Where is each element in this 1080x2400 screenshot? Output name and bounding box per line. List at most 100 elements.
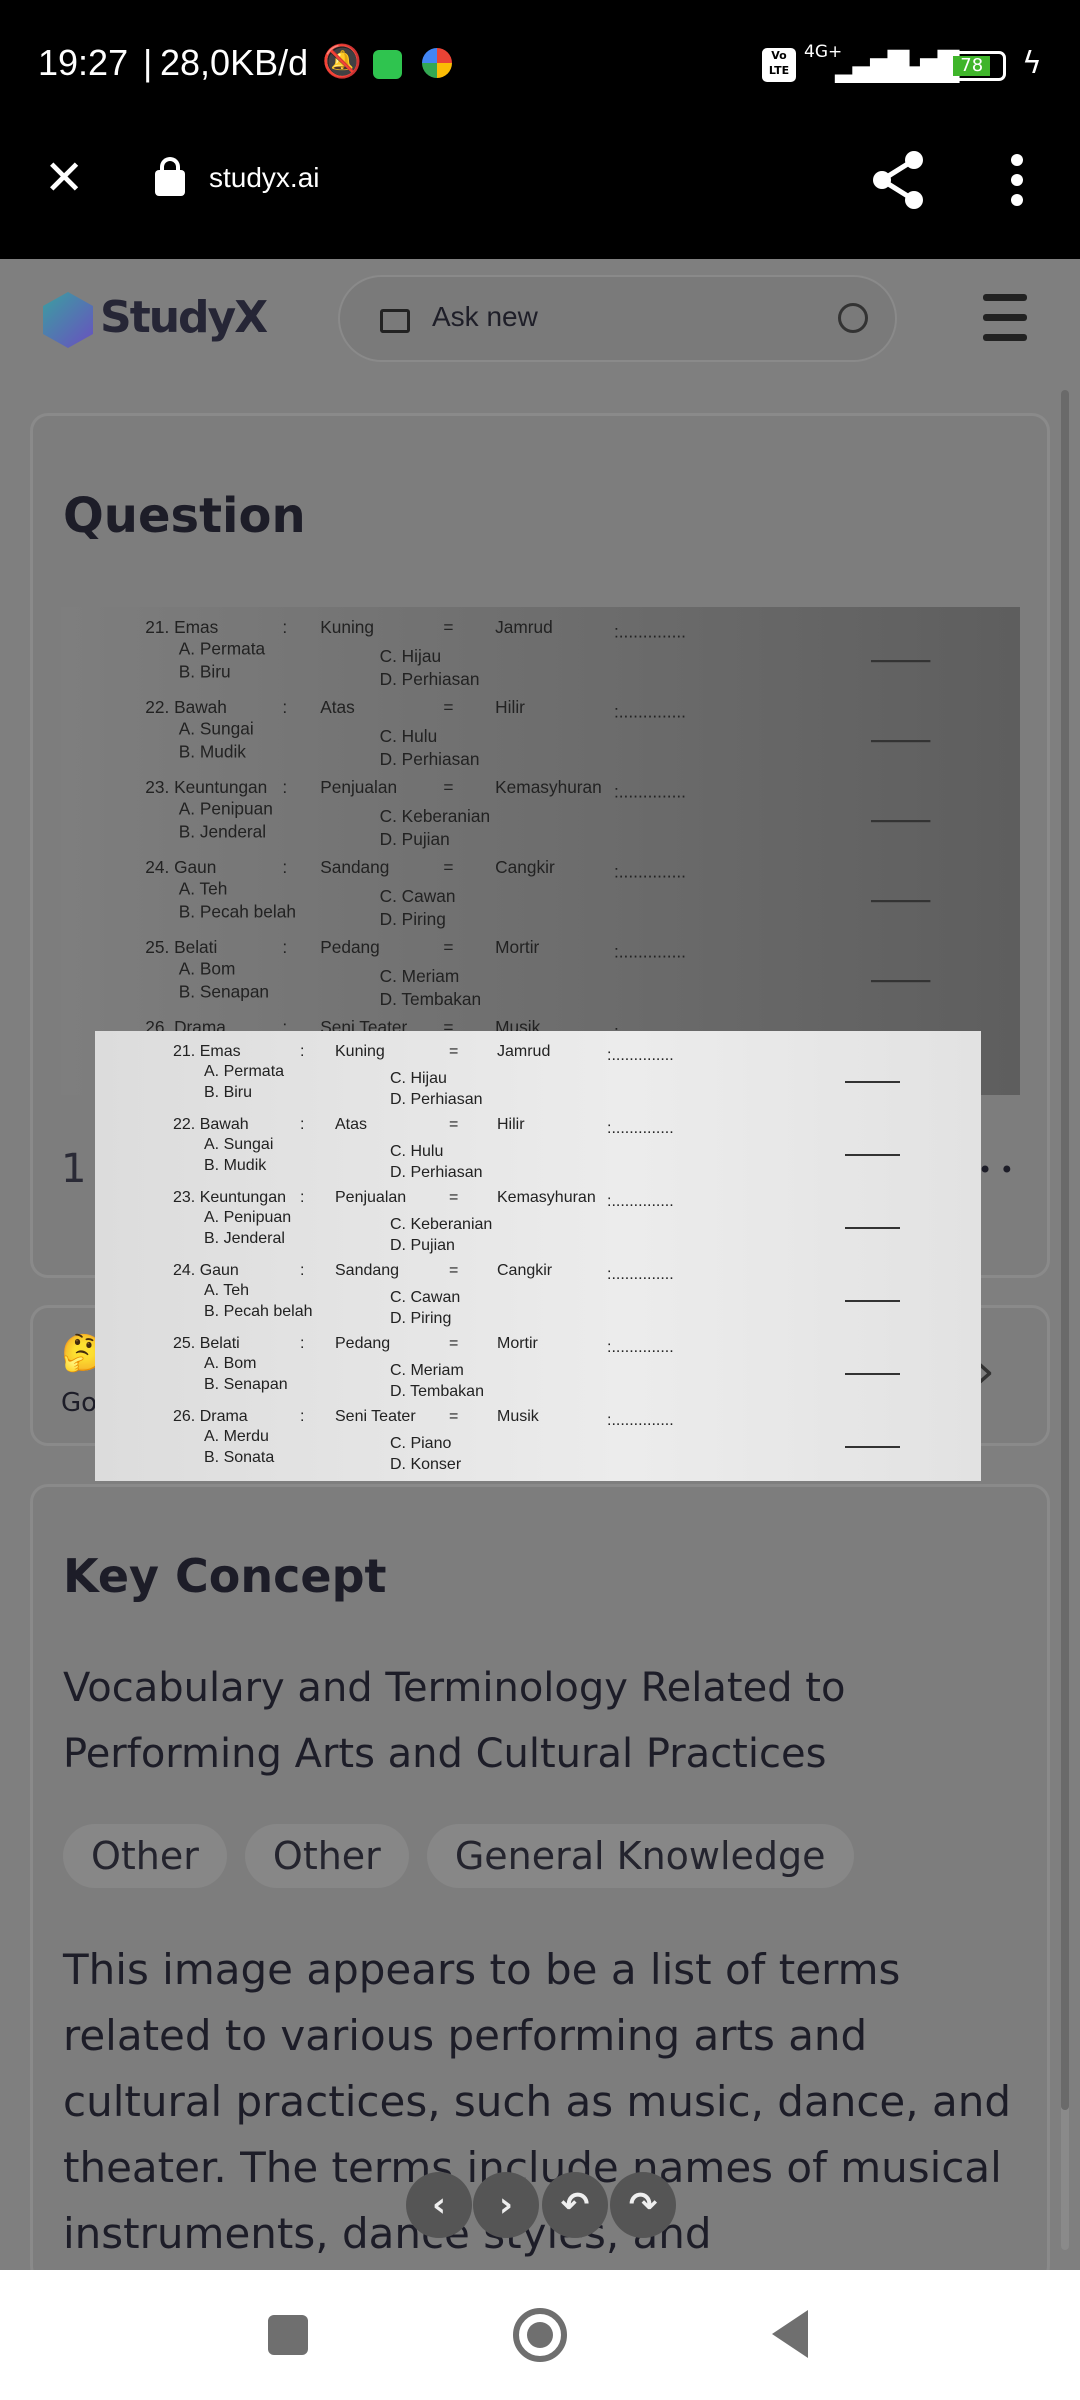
logo-text[interactable]: StudyX [100, 292, 268, 343]
worksheet-eq: = [449, 1043, 459, 1060]
worksheet-w3: Musik [497, 1408, 539, 1425]
undo-icon[interactable]: ↶ [542, 2172, 608, 2238]
worksheet-item: 21. Emas: Kuning = Jamrud:.............. A. … [61, 619, 1020, 705]
key-concept-title: Key Concept [63, 1549, 387, 1603]
search-icon[interactable] [838, 303, 868, 333]
worksheet-item: 25. Belati: Pedang = Mortir:.............. A… [61, 939, 1020, 1025]
worksheet-num: 21. Emas [145, 619, 219, 638]
worksheet-w3: Jamrud [497, 1043, 551, 1060]
worksheet-sep: : [300, 1408, 305, 1425]
question-image[interactable]: 21. Emas: Kuning = Jamrud:.............. A. … [61, 607, 1020, 1095]
worksheet-d: D. Pujian [379, 830, 450, 850]
url-text[interactable]: studyx.ai [209, 162, 320, 194]
answer-line [845, 1081, 900, 1083]
tag[interactable]: Other [244, 1824, 409, 1888]
worksheet-sep: : [300, 1262, 305, 1279]
worksheet-w2: Kuning [320, 619, 375, 638]
prev-icon[interactable]: ‹ [406, 2172, 472, 2238]
worksheet-c: C. Meriam [379, 968, 460, 987]
whatsapp-icon [373, 50, 402, 79]
worksheet-sep: : [282, 939, 288, 958]
worksheet-w2: Atas [335, 1116, 368, 1133]
worksheet-a: A. Merdu [204, 1428, 269, 1445]
recents-icon[interactable] [268, 2315, 308, 2355]
worksheet-c: C. Keberanian [379, 808, 491, 827]
key-concept-subtitle: Vocabulary and Terminology Related to Pe… [63, 1665, 846, 1777]
worksheet-a: A. Penipuan [204, 1209, 292, 1226]
worksheet-eq: = [443, 699, 454, 718]
worksheet-sep: : [282, 619, 288, 638]
status-bar: 19:27 | 28,0KB/d 🔕 Vo LTE 4G+ ▂▄▆█ ▂▄▆█ … [0, 0, 1080, 130]
worksheet-a: A. Bom [178, 960, 236, 979]
status-speed: 28,0KB/d [160, 42, 309, 83]
worksheet-c: C. Hulu [379, 728, 438, 747]
answer-line [845, 1227, 900, 1229]
worksheet-dots: :.............. [607, 1266, 674, 1283]
worksheet-dots: :.............. [607, 1339, 674, 1356]
worksheet-w3: Mortir [495, 939, 540, 958]
worksheet-num: 25. Belati [173, 1335, 240, 1352]
scrollbar[interactable] [1061, 390, 1069, 2250]
worksheet-dots: :.............. [613, 943, 686, 962]
worksheet-b: B. Biru [204, 1084, 253, 1101]
tag[interactable]: Other [63, 1824, 227, 1888]
key-concept-card: Key Concept Vocabulary and Terminology R… [30, 1484, 1050, 2284]
worksheet-w3: Jamrud [495, 619, 553, 638]
worksheet-dots: :.............. [607, 1120, 674, 1137]
back-icon[interactable] [772, 2310, 808, 2358]
close-icon[interactable]: ✕ [44, 150, 84, 206]
worksheet-item: 24. Gaun: Sandang = Cangkir:.............. A… [95, 1262, 981, 1342]
worksheet-b: B. Mudik [204, 1157, 267, 1174]
more-dots[interactable]: • • [978, 1156, 1014, 1184]
home-icon[interactable] [513, 2308, 567, 2362]
worksheet-num: 22. Bawah [173, 1116, 249, 1133]
image-preview-overlay[interactable]: 21. Emas: Kuning = Jamrud:.............. A. … [95, 1031, 981, 1481]
worksheet-sep: : [282, 779, 288, 798]
worksheet-eq: = [443, 779, 454, 798]
worksheet-eq: = [449, 1189, 459, 1206]
worksheet-item: 23. Keuntungan: Penjualan = Kemasyhuran:...… [95, 1189, 981, 1269]
worksheet-w3: Cangkir [497, 1262, 553, 1279]
image-icon[interactable] [380, 309, 410, 333]
answer-line [845, 1373, 900, 1375]
redo-icon[interactable]: ↷ [610, 2172, 676, 2238]
worksheet-item: 22. Bawah: Atas = Hilir:.............. A. Su… [95, 1116, 981, 1196]
worksheet-w2: Sandang [335, 1262, 400, 1279]
answer-line [845, 1300, 900, 1302]
worksheet-w2: Sandang [320, 859, 390, 878]
worksheet-dots: :.............. [613, 863, 686, 882]
worksheet-w3: Hilir [497, 1116, 525, 1133]
worksheet-dots: :.............. [607, 1412, 674, 1429]
worksheet-sep: : [300, 1189, 305, 1206]
worksheet-b: B. Senapan [204, 1376, 288, 1393]
worksheet-d: D. Perhiasan [390, 1164, 483, 1181]
worksheet-w3: Mortir [497, 1335, 538, 1352]
search-input[interactable]: Ask new [338, 275, 897, 362]
worksheet-d: D. Perhiasan [379, 670, 480, 690]
worksheet-sep: : [300, 1116, 305, 1133]
bell-off-icon: 🔕 [322, 43, 362, 79]
worksheet-item: 25. Belati: Pedang = Mortir:.............. A… [95, 1335, 981, 1415]
worksheet-a: A. Sungai [178, 720, 254, 739]
worksheet-d: D. Tembakan [390, 1383, 484, 1400]
answer-line [871, 660, 931, 663]
worksheet-eq: = [449, 1335, 459, 1352]
worksheet-item: 26. Drama: Seni Teater = Musik:............… [95, 1408, 981, 1481]
worksheet-sep: : [300, 1335, 305, 1352]
signal-icon: ▂▄▆█ [885, 50, 959, 83]
more-icon[interactable] [1008, 152, 1026, 208]
worksheet-dots: :.............. [613, 623, 686, 642]
share-icon[interactable] [870, 150, 926, 210]
worksheet-dots: :.............. [607, 1193, 674, 1210]
tag[interactable]: General Knowledge [426, 1824, 854, 1888]
next-icon[interactable]: › [473, 2172, 539, 2238]
answer-line [871, 740, 931, 743]
worksheet-dots: :.............. [613, 703, 686, 722]
worksheet-c: C. Hulu [390, 1143, 444, 1160]
battery-icon: 78 [948, 51, 1006, 81]
tag-list: Other Other General Knowledge [63, 1824, 872, 1888]
hint-text: Go [61, 1388, 98, 1418]
menu-icon[interactable] [983, 292, 1027, 344]
worksheet-num: 26. Drama [173, 1408, 248, 1425]
worksheet-dots: :.............. [607, 1047, 674, 1064]
